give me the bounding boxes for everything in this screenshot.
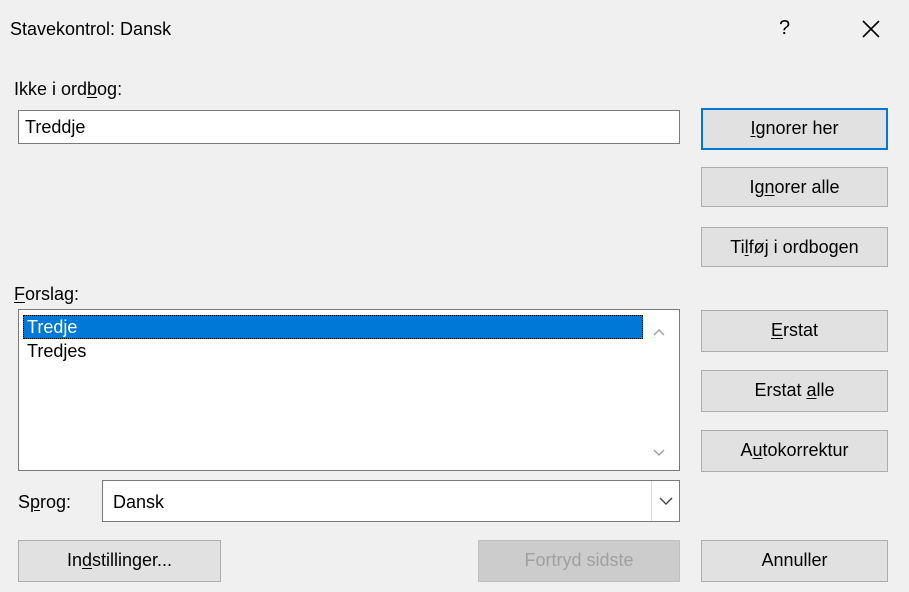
chevron-up-icon	[649, 326, 669, 346]
suggestions-label: Forslag:	[14, 284, 79, 305]
change-all-label: Erstat alle	[754, 380, 835, 400]
suggestions-list[interactable]: Tredje Tredjes	[18, 309, 680, 471]
language-select[interactable]: Dansk	[102, 480, 680, 522]
undo-last-label: Fortryd sidste	[524, 550, 634, 570]
chevron-down-icon	[649, 446, 669, 466]
scroll-up-button[interactable]	[649, 322, 669, 342]
ignore-all-label: Ignorer alle	[749, 177, 840, 197]
not-in-dictionary-label: Ikke i ordbog:	[14, 79, 122, 100]
not-in-dictionary-value: Treddje	[25, 117, 86, 137]
change-label: Erstat	[770, 320, 819, 340]
cancel-label: Annuller	[761, 550, 828, 570]
ignore-once-button[interactable]: Ignorer her	[701, 108, 888, 150]
ignore-once-label: Ignorer her	[750, 118, 839, 138]
autocorrect-button[interactable]: Autokorrektur	[701, 430, 888, 472]
language-label-text: Sprog:	[18, 492, 72, 512]
add-to-dictionary-button[interactable]: Tilføj i ordbogen	[701, 227, 888, 267]
language-dropdown-button[interactable]	[651, 481, 679, 521]
suggestions-label-text: Forslag:	[14, 284, 80, 304]
ignore-all-button[interactable]: Ignorer alle	[701, 167, 888, 207]
autocorrect-label: Autokorrektur	[740, 440, 849, 460]
scroll-down-button[interactable]	[649, 442, 669, 462]
options-button[interactable]: Indstillinger...	[18, 540, 221, 582]
change-all-button[interactable]: Erstat alle	[701, 370, 888, 412]
undo-last-button: Fortryd sidste	[478, 540, 680, 582]
close-button[interactable]	[856, 14, 886, 44]
suggestion-item-tredjes[interactable]: Tredjes	[23, 339, 643, 363]
window-title: Stavekontrol: Dansk	[10, 19, 172, 39]
suggestion-item-tredje[interactable]: Tredje	[23, 315, 643, 339]
close-icon	[856, 20, 886, 48]
cancel-button[interactable]: Annuller	[701, 540, 888, 582]
options-label: Indstillinger...	[66, 550, 173, 570]
language-label: Sprog:	[18, 492, 71, 513]
add-to-dictionary-label: Tilføj i ordbogen	[730, 237, 859, 257]
help-button[interactable]: ?	[779, 17, 790, 40]
language-value: Dansk	[113, 492, 165, 512]
not-in-dictionary-field[interactable]: Treddje	[18, 110, 680, 144]
change-button[interactable]: Erstat	[701, 310, 888, 352]
chevron-down-icon	[657, 492, 675, 510]
not-in-dictionary-label-text: Ikke i ordbog:	[14, 79, 123, 99]
